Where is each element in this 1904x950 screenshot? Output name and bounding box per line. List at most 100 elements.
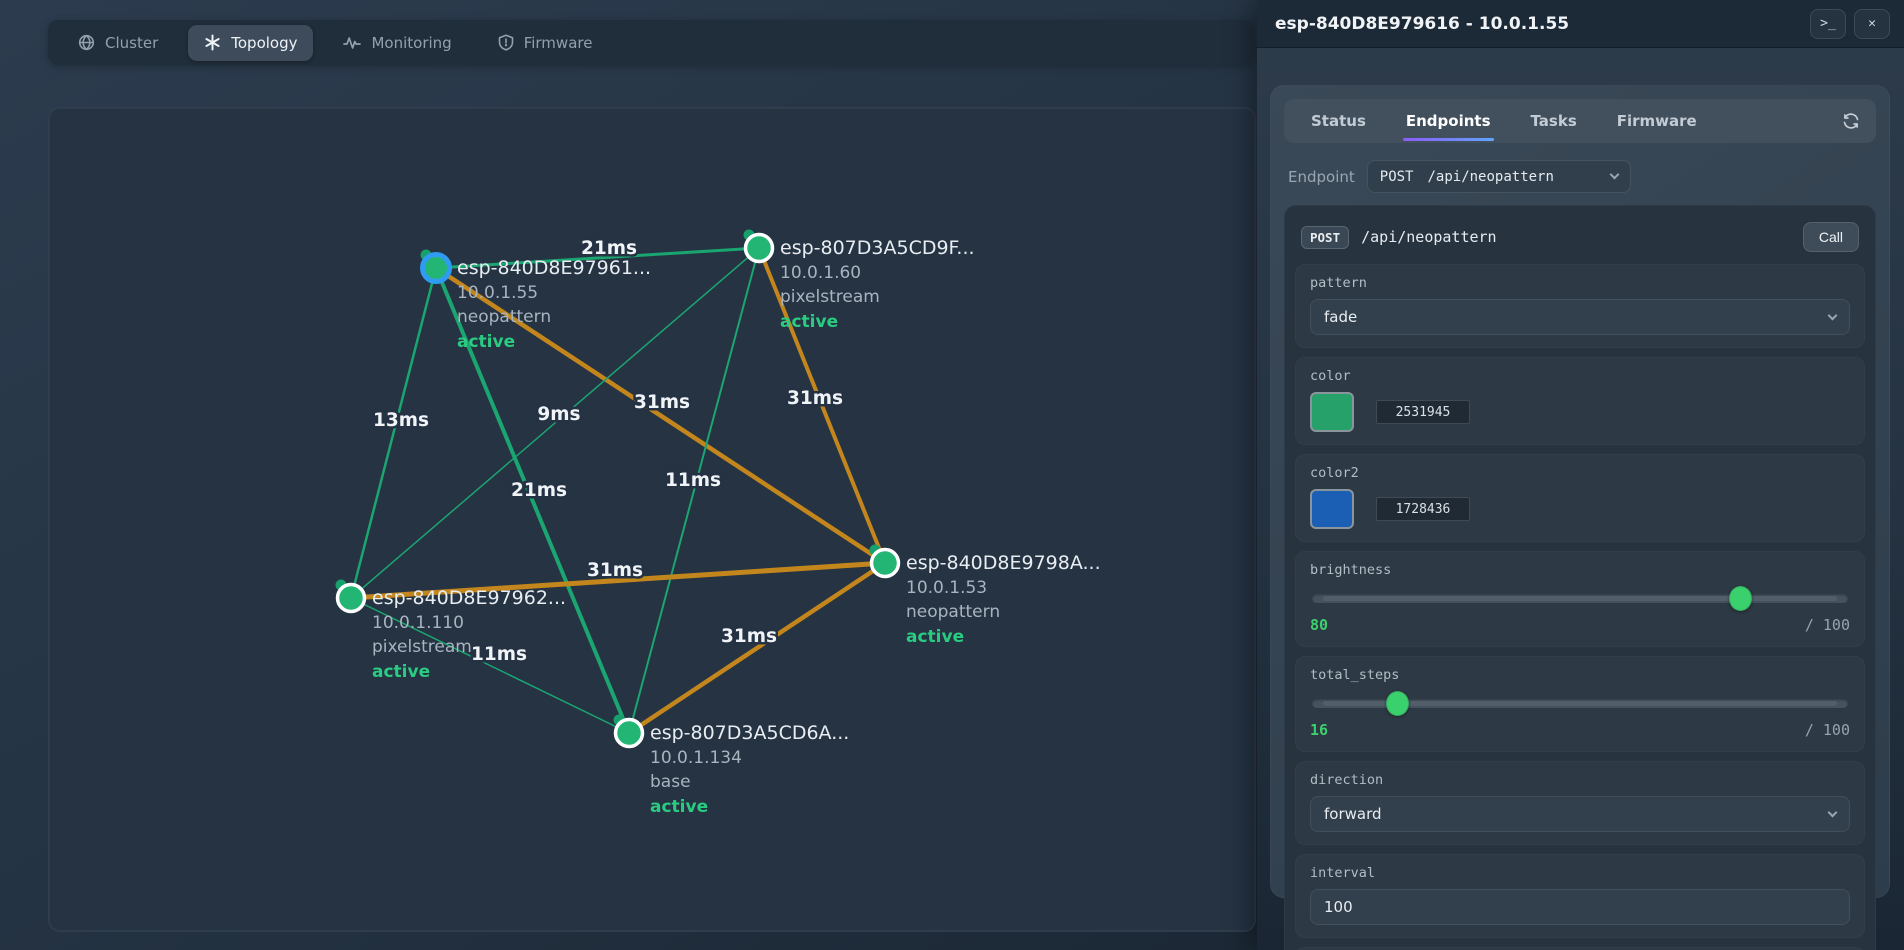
- node-title: esp-840D8E97961...: [457, 257, 651, 279]
- nav-tab-label: Monitoring: [371, 34, 451, 52]
- field-direction: direction forward: [1295, 761, 1865, 845]
- endpoint-select[interactable]: POST /api/neopattern: [1367, 160, 1631, 193]
- node-title: esp-807D3A5CD6A...: [650, 722, 849, 744]
- slider-max: / 100: [1805, 616, 1850, 634]
- terminal-icon[interactable]: >_: [1810, 9, 1846, 39]
- device-panel-card: Status Endpoints Tasks Firmware: [1270, 85, 1890, 898]
- panel-tab-bar: Status Endpoints Tasks Firmware: [1284, 99, 1876, 143]
- tab-status[interactable]: Status: [1294, 99, 1383, 143]
- color-swatch[interactable]: [1310, 392, 1354, 432]
- topology-graph: 21ms13ms21ms31ms9ms11ms31ms11ms31ms31mse…: [49, 108, 1256, 932]
- endpoint-select-path: /api/neopattern: [1427, 169, 1553, 185]
- app: Cluster Topology Monitoring: [0, 0, 1904, 950]
- total-steps-slider[interactable]: [1312, 691, 1848, 715]
- tab-label: Firmware: [1617, 112, 1697, 130]
- chevron-down-icon: [1828, 807, 1838, 817]
- edge-latency-label: 21ms: [581, 238, 637, 259]
- field-label: pattern: [1310, 275, 1850, 291]
- chevron-down-icon: [1609, 170, 1619, 180]
- color2-swatch[interactable]: [1310, 489, 1354, 529]
- pattern-value: fade: [1324, 308, 1357, 326]
- field-label: color2: [1310, 465, 1850, 481]
- color2-value-input[interactable]: [1376, 497, 1470, 521]
- tab-label: Status: [1311, 112, 1366, 130]
- refresh-icon[interactable]: [1836, 106, 1866, 136]
- nav-tab-topology[interactable]: Topology: [188, 25, 313, 61]
- field-label: direction: [1310, 772, 1850, 788]
- node-ip: 10.0.1.60: [780, 263, 861, 283]
- endpoint-path: /api/neopattern: [1361, 228, 1791, 246]
- topology-node[interactable]: esp-840D8E9798A...10.0.1.53neopatternact…: [870, 545, 1101, 648]
- call-button[interactable]: Call: [1803, 222, 1859, 252]
- nav-tab-cluster[interactable]: Cluster: [62, 25, 174, 61]
- slider-thumb[interactable]: [1386, 691, 1409, 716]
- node-ip: 10.0.1.55: [457, 283, 538, 303]
- nav-tab-monitoring[interactable]: Monitoring: [327, 25, 467, 61]
- device-drawer: esp-840D8E979616 - 10.0.1.55 >_ ✕ Status…: [1257, 0, 1904, 950]
- direction-select[interactable]: forward: [1310, 796, 1850, 832]
- topology-node[interactable]: esp-840D8E97961... 10.0.1.55 neopattern act…: [421, 250, 652, 353]
- field-label: brightness: [1310, 562, 1850, 578]
- edge-latency-label: 31ms: [587, 560, 643, 581]
- node-role: base: [650, 772, 691, 792]
- nav-tab-firmware[interactable]: Firmware: [482, 25, 609, 61]
- tab-label: Tasks: [1531, 112, 1577, 130]
- direction-value: forward: [1324, 805, 1382, 823]
- tab-tasks[interactable]: Tasks: [1514, 99, 1594, 143]
- nav-tab-label: Cluster: [105, 34, 158, 52]
- tab-firmware[interactable]: Firmware: [1600, 99, 1714, 143]
- node-status: active: [457, 332, 515, 352]
- edge-latency-label: 9ms: [537, 404, 580, 425]
- color-value-input[interactable]: [1376, 400, 1470, 424]
- node-title: esp-840D8E97962...: [372, 587, 566, 609]
- slider-thumb[interactable]: [1729, 586, 1752, 611]
- cluster-icon: [78, 34, 95, 51]
- drawer-title: esp-840D8E979616 - 10.0.1.55: [1275, 14, 1802, 34]
- edge-line: [351, 268, 436, 598]
- pattern-select[interactable]: fade: [1310, 299, 1850, 335]
- node-ip: 10.0.1.110: [372, 613, 464, 633]
- field-label: color: [1310, 368, 1850, 384]
- field-color: color: [1295, 357, 1865, 445]
- close-icon[interactable]: ✕: [1854, 9, 1890, 39]
- tab-label: Endpoints: [1406, 112, 1491, 130]
- interval-input[interactable]: 100: [1310, 889, 1850, 925]
- monitoring-icon: [343, 35, 361, 51]
- field-interval: interval 100: [1295, 854, 1865, 938]
- node-title: esp-840D8E9798A...: [906, 552, 1101, 574]
- field-pattern: pattern fade: [1295, 264, 1865, 348]
- chevron-down-icon: [1828, 310, 1838, 320]
- brightness-slider[interactable]: [1312, 586, 1848, 610]
- tab-endpoints[interactable]: Endpoints: [1389, 99, 1508, 143]
- node-status: active: [780, 312, 838, 332]
- edge-latency-label: 11ms: [471, 644, 527, 665]
- endpoint-select-method: POST: [1380, 169, 1414, 185]
- edge-latency-label: 31ms: [721, 626, 777, 647]
- node-role: neopattern: [457, 307, 551, 327]
- active-tab-underline: [1403, 138, 1494, 141]
- edge-latency-label: 21ms: [511, 480, 567, 501]
- endpoint-selector-label: Endpoint: [1288, 168, 1355, 186]
- slider-max: / 100: [1805, 721, 1850, 739]
- field-label: interval: [1310, 865, 1850, 881]
- edge-latency-label: 31ms: [787, 388, 843, 409]
- node-ip: 10.0.1.134: [650, 748, 742, 768]
- endpoint-selector-row: Endpoint POST /api/neopattern: [1288, 160, 1872, 193]
- drawer-header: esp-840D8E979616 - 10.0.1.55 >_ ✕: [1257, 0, 1904, 48]
- endpoint-card-header: POST /api/neopattern Call: [1295, 216, 1865, 264]
- node-role: pixelstream: [372, 637, 472, 657]
- field-total-steps: total_steps 16 / 100: [1295, 656, 1865, 752]
- node-status: active: [650, 797, 708, 817]
- method-badge: POST: [1301, 226, 1349, 249]
- slider-value: 80: [1310, 616, 1328, 634]
- field-label: total_steps: [1310, 667, 1850, 683]
- field-brightness: brightness 80 / 100: [1295, 551, 1865, 647]
- node-status: active: [906, 627, 964, 647]
- topology-node[interactable]: esp-807D3A5CD9F...10.0.1.60pixelstreamac…: [744, 230, 975, 333]
- node-role: pixelstream: [780, 287, 880, 307]
- topology-icon: [204, 34, 221, 51]
- topology-canvas[interactable]: 21ms13ms21ms31ms9ms11ms31ms11ms31ms31mse…: [48, 107, 1256, 932]
- edge-latency-label: 13ms: [373, 410, 429, 431]
- topology-node[interactable]: esp-807D3A5CD6A... 10.0.1.134 base active: [614, 715, 850, 818]
- node-ip: 10.0.1.53: [906, 578, 987, 598]
